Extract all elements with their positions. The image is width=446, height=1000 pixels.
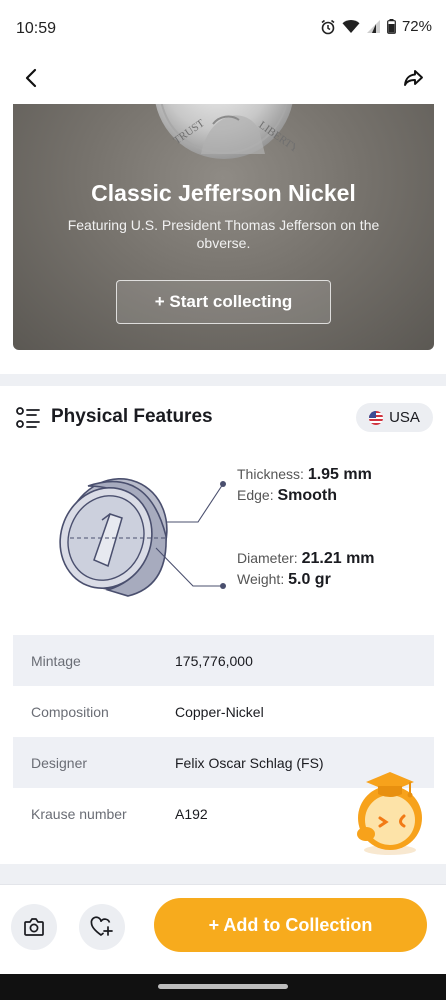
country-badge[interactable]: USA xyxy=(356,403,433,432)
row-value: Copper-Nickel xyxy=(175,703,264,720)
status-icons: 72% xyxy=(320,18,432,35)
table-row: Composition Copper-Nickel xyxy=(13,686,434,737)
coin-image: TRUST LIBERTY xyxy=(155,104,295,159)
edge-value: Smooth xyxy=(277,487,338,504)
section-title: Physical Features xyxy=(51,406,213,427)
back-button[interactable] xyxy=(18,64,46,92)
status-bar: 10:59 72% xyxy=(0,0,446,52)
assistant-mascot-icon[interactable] xyxy=(344,764,436,856)
add-to-collection-button[interactable]: + Add to Collection xyxy=(154,898,427,952)
diameter-label: Diameter: xyxy=(237,550,298,566)
bottom-action-bar: + Add to Collection xyxy=(0,884,446,974)
table-row: Mintage 175,776,000 xyxy=(13,635,434,686)
camera-button[interactable] xyxy=(11,904,57,950)
wifi-icon xyxy=(342,20,360,33)
spec-thickness-edge: Thickness: 1.95 mm Edge: Smooth xyxy=(237,464,372,506)
heart-plus-icon xyxy=(90,916,113,936)
coin-title: Classic Jefferson Nickel xyxy=(91,180,356,206)
us-flag-icon xyxy=(369,410,384,425)
signal-icon xyxy=(366,20,380,33)
share-forward-icon xyxy=(404,70,423,86)
row-label: Designer xyxy=(31,754,88,771)
start-collecting-button[interactable]: + Start collecting xyxy=(116,280,331,324)
alarm-icon xyxy=(321,19,335,34)
weight-label: Weight: xyxy=(237,571,285,587)
gesture-handle[interactable] xyxy=(158,984,288,989)
row-value: A192 xyxy=(175,805,208,822)
row-label: Mintage xyxy=(31,652,81,669)
thickness-label: Thickness: xyxy=(237,466,304,482)
list-icon xyxy=(16,407,40,428)
thickness-value: 1.95 mm xyxy=(307,466,372,483)
coin-subtitle: Featuring U.S. President Thomas Jefferso… xyxy=(67,217,380,251)
row-label: Composition xyxy=(31,703,109,720)
row-label: Krause number xyxy=(31,805,127,822)
coin-diagram-icon xyxy=(59,478,226,597)
battery-icon xyxy=(387,19,396,34)
country-label: USA xyxy=(389,409,420,426)
nav-bar xyxy=(0,52,446,104)
gesture-bar xyxy=(0,974,446,1000)
chevron-left-icon xyxy=(25,68,37,88)
row-value: 175,776,000 xyxy=(175,652,253,669)
weight-value: 5.0 gr xyxy=(288,571,331,588)
row-value: Felix Oscar Schlag (FS) xyxy=(175,754,324,771)
status-time: 10:59 xyxy=(16,20,57,37)
share-button[interactable] xyxy=(400,64,428,92)
camera-icon xyxy=(24,918,44,936)
hero-banner: TRUST LIBERTY Classic Jefferson Nickel F… xyxy=(13,104,434,350)
battery-level: 72% xyxy=(401,18,432,35)
hero-section: TRUST LIBERTY Classic Jefferson Nickel F… xyxy=(0,104,446,374)
spec-diameter-weight: Diameter: 21.21 mm Weight: 5.0 gr xyxy=(237,548,375,590)
edge-label: Edge: xyxy=(237,487,274,503)
wishlist-button[interactable] xyxy=(79,904,125,950)
diameter-value: 21.21 mm xyxy=(301,550,375,567)
